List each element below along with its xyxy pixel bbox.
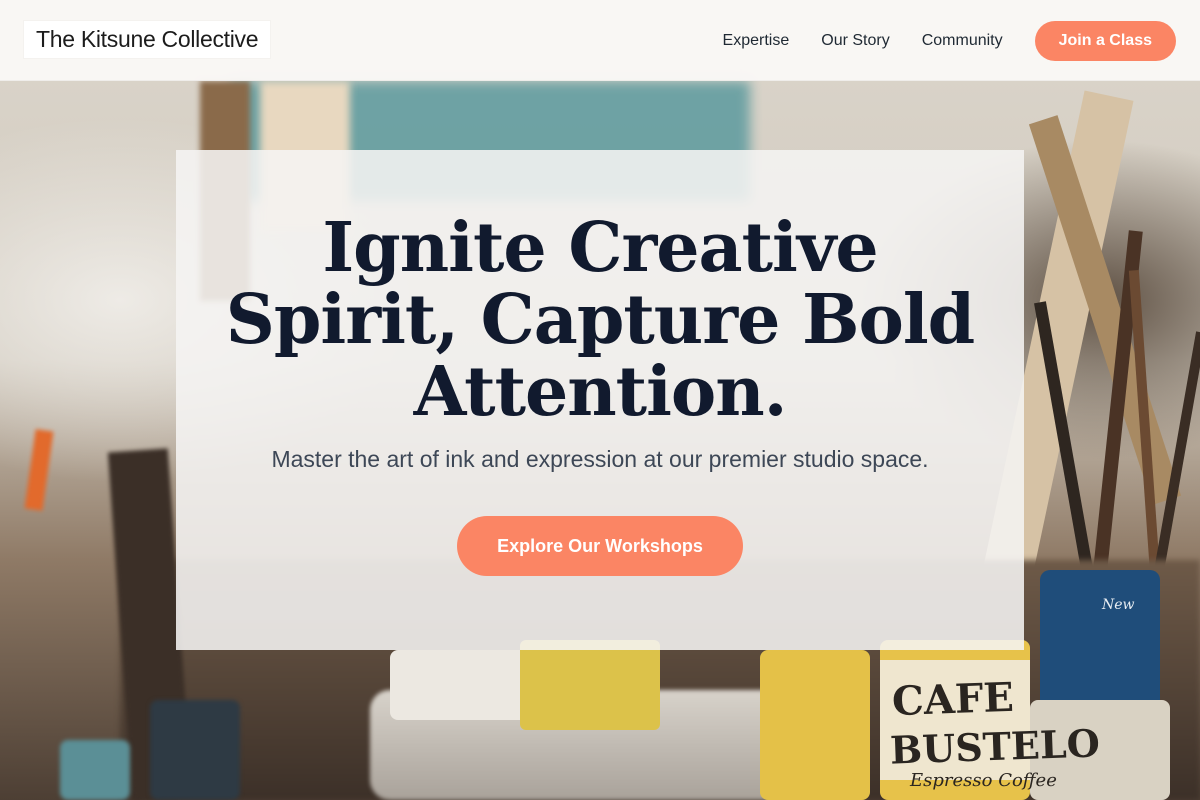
nav-link-expertise[interactable]: Expertise <box>723 32 790 50</box>
hero-card: Ignite Creative Spirit, Capture Bold Att… <box>176 150 1024 650</box>
main-nav: Expertise Our Story Community Join a Cla… <box>723 0 1176 81</box>
coffee-can <box>760 650 870 800</box>
wall-paint-stroke <box>24 429 54 511</box>
nav-link-community[interactable]: Community <box>922 32 1003 50</box>
hero-title: Ignite Creative Spirit, Capture Bold Att… <box>225 208 975 432</box>
can-label-text: CAFE <box>891 673 1015 726</box>
hero-subtitle: Master the art of ink and expression at … <box>271 446 929 472</box>
site-header: The Kitsune Collective Expertise Our Sto… <box>0 0 1200 81</box>
paint-can <box>150 700 240 800</box>
can-label-text: BUSTELO <box>889 720 1101 773</box>
site-logo[interactable]: The Kitsune Collective <box>24 21 271 58</box>
join-class-button[interactable]: Join a Class <box>1034 20 1176 61</box>
paint-can <box>60 740 130 800</box>
can-label-text: Espresso Coffee <box>910 770 1057 791</box>
coffee-can <box>520 640 660 730</box>
page: CAFE BUSTELO Espresso Coffee New The Kit… <box>0 0 1200 800</box>
can-label-text: New <box>1102 597 1135 613</box>
paint-can-blue <box>1040 570 1160 720</box>
paint-cup <box>390 650 530 720</box>
nav-link-our-story[interactable]: Our Story <box>821 32 889 50</box>
explore-workshops-button[interactable]: Explore Our Workshops <box>457 516 743 576</box>
